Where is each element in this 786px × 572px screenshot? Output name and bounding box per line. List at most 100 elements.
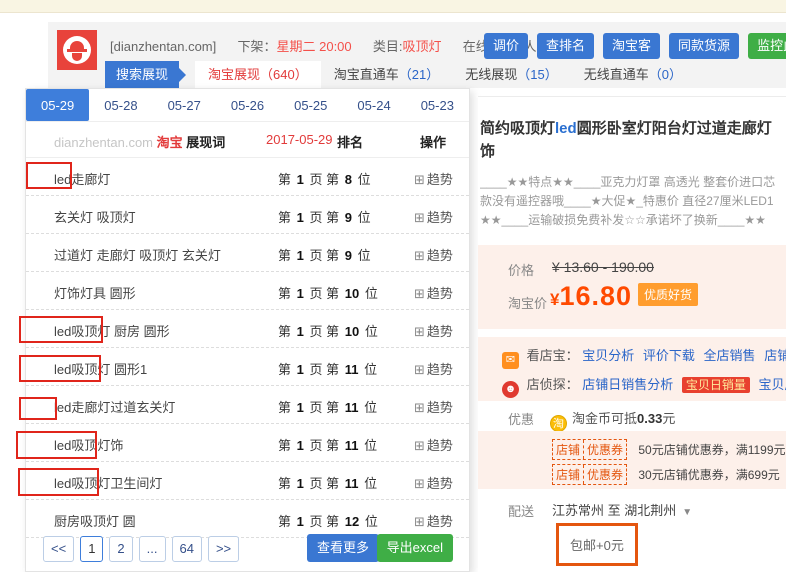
tab-search-display[interactable]: 搜索展现 [105, 61, 179, 88]
same-goods-button[interactable]: 同款货源 [669, 33, 739, 59]
tab-taobao-ztc[interactable]: 淘宝直通车（21） [321, 61, 452, 88]
trend-chart-icon: ⊞ [414, 514, 425, 529]
date-tab-05-26[interactable]: 05-26 [216, 89, 279, 121]
app-window: [dianzhentan.com] 下架：星期二 20:00 类目:吸顶灯 在线… [0, 0, 786, 572]
trend-link[interactable]: ⊞趋势 [414, 397, 453, 416]
tools-block: ✉ 看店宝： 宝贝分析 评价下载 全店销售 店铺分析 ☻ 店侦探： 店铺日销售分… [478, 337, 786, 401]
item-display-words-link[interactable]: 宝贝展现词 [759, 377, 786, 392]
trend-label: 趋势 [427, 514, 453, 529]
tab-count: （0） [649, 67, 682, 82]
view-more-button[interactable]: 查看更多 [307, 534, 379, 562]
trend-link[interactable]: ⊞趋势 [414, 245, 453, 264]
trend-link[interactable]: ⊞趋势 [414, 511, 453, 530]
tab-label: 无线直通车 [584, 67, 649, 82]
taobaoke-button[interactable]: 淘宝客 [603, 33, 660, 59]
trend-link[interactable]: ⊞趋势 [414, 169, 453, 188]
review-download-link[interactable]: 评价下载 [643, 348, 695, 363]
trend-label: 趋势 [427, 324, 453, 339]
page-2-button[interactable]: 2 [109, 536, 132, 562]
export-excel-button[interactable]: 导出excel [377, 534, 453, 562]
offshelf-value: 星期二 20:00 [277, 39, 352, 54]
rank-text: 第 1 页 第 11 位 [278, 473, 377, 492]
check-rank-button[interactable]: 查排名 [537, 33, 594, 59]
taojinbi-coin-icon: 淘 [550, 415, 567, 432]
tab-count: （21） [399, 67, 439, 82]
coupon-badge-right: 优惠券 [583, 465, 626, 484]
date-tab-05-29[interactable]: 05-29 [26, 89, 89, 121]
trend-chart-icon: ⊞ [414, 172, 425, 187]
trend-link[interactable]: ⊞趋势 [414, 473, 453, 492]
keyword-link[interactable]: 厨房吸顶灯 圆 [54, 511, 136, 530]
delivery-row: 配送 江苏常州 至 湖北荆州▼ [478, 499, 786, 523]
keyword-link[interactable]: 过道灯 走廊灯 吸顶灯 玄关灯 [54, 245, 221, 264]
trend-label: 趋势 [427, 172, 453, 187]
date-tab-05-24[interactable]: 05-24 [342, 89, 405, 121]
tab-wireless-display[interactable]: 无线展现（15） [452, 61, 570, 88]
tab-label: 无线展现 [465, 67, 517, 82]
product-panel: 简约吸顶灯led圆形卧室灯阳台灯过道走廊灯饰 ____★★特点★★____亚克力… [478, 96, 786, 572]
rank-text: 第 1 页 第 10 位 [278, 321, 378, 340]
tab-count: （640） [260, 67, 308, 82]
trend-link[interactable]: ⊞趋势 [414, 321, 453, 340]
trend-label: 趋势 [427, 210, 453, 225]
shop-coupon-badge[interactable]: 店铺优惠券 [552, 464, 627, 485]
shop-header: [dianzhentan.com] 下架：星期二 20:00 类目:吸顶灯 在线… [48, 22, 786, 88]
original-price: ¥ 13.60 - 190.00 [552, 259, 654, 275]
adjust-price-button[interactable]: 调价 [484, 33, 528, 59]
delivery-route-dropdown[interactable]: 江苏常州 至 湖北荆州 ▼ [552, 500, 692, 519]
page-64-button[interactable]: 64 [172, 536, 202, 562]
keyword-link[interactable]: led走廊灯过道玄关灯 [54, 397, 175, 416]
annotation-box [19, 316, 103, 343]
daily-sales-analysis-link[interactable]: 店铺日销售分析 [582, 377, 673, 392]
shop-sales-link[interactable]: 全店销售 [704, 348, 756, 363]
date-tab-05-27[interactable]: 05-27 [153, 89, 216, 121]
trend-link[interactable]: ⊞趋势 [414, 435, 453, 454]
discount-row: 优惠 淘淘金币可抵0.33元 [478, 406, 786, 430]
delivery-route: 江苏常州 至 湖北荆州 [552, 503, 676, 518]
tab-taobao-display[interactable]: 淘宝展现（640） [195, 61, 321, 88]
description-line: 款没有遥控器哦____★大促★_特惠价 直径27厘米LED1 [480, 192, 786, 211]
page-ellipsis: ... [139, 536, 166, 562]
trend-chart-icon: ⊞ [414, 362, 425, 377]
trend-link[interactable]: ⊞趋势 [414, 283, 453, 302]
free-shipping-box: 包邮+0元 [556, 523, 638, 566]
date-tab-05-28[interactable]: 05-28 [89, 89, 152, 121]
item-analysis-link[interactable]: 宝贝分析 [582, 348, 634, 363]
rank-text: 第 1 页 第 11 位 [278, 397, 377, 416]
dianzhentan-logo-icon[interactable] [57, 30, 97, 70]
dropdown-caret-icon: ▼ [682, 507, 692, 518]
tab-wireless-ztc[interactable]: 无线直通车（0） [571, 61, 695, 88]
keyword-link[interactable]: 玄关灯 吸顶灯 [54, 207, 136, 226]
table-header: dianzhentan.com 淘宝 展现词 2017-05-29 排名 操作 [26, 122, 469, 158]
page-1-button[interactable]: 1 [80, 536, 103, 562]
rank-text: 第 1 页 第 9 位 [278, 207, 371, 226]
shop-analysis-link[interactable]: 店铺分析 [764, 348, 786, 363]
date-tab-05-23[interactable]: 05-23 [406, 89, 469, 121]
date-tab-05-25[interactable]: 05-25 [279, 89, 342, 121]
offshelf-label: 下架： [237, 39, 276, 54]
table-title: dianzhentan.com 淘宝 展现词 [54, 132, 225, 151]
kandianbao-icon: ✉ [502, 352, 519, 369]
table-row: 灯饰灯具 圆形 第 1 页 第 10 位 ⊞趋势 [26, 272, 469, 310]
trend-label: 趋势 [427, 248, 453, 263]
shop-coupon-badge[interactable]: 店铺优惠券 [552, 439, 627, 460]
action-column-header: 操作 [420, 132, 446, 151]
page-next-button[interactable]: >> [208, 536, 239, 562]
annotation-box [16, 431, 97, 459]
category-value: 吸顶灯 [403, 39, 442, 54]
trend-link[interactable]: ⊞趋势 [414, 207, 453, 226]
monitor-shop-button[interactable]: 监控此店铺 [748, 33, 786, 59]
rank-text: 第 1 页 第 11 位 [278, 435, 377, 454]
product-title[interactable]: 简约吸顶灯led圆形卧室灯阳台灯过道走廊灯饰 [480, 117, 784, 163]
trend-link[interactable]: ⊞趋势 [414, 359, 453, 378]
page-prev-button[interactable]: << [43, 536, 74, 562]
item-daily-sales-badge[interactable]: 宝贝日销量 [682, 377, 750, 393]
keyword-link[interactable]: 灯饰灯具 圆形 [54, 283, 136, 302]
taobao-price-label: 淘宝价 [508, 293, 547, 312]
coin-text: 淘金币可抵 [572, 411, 637, 426]
trend-chart-icon: ⊞ [414, 324, 425, 339]
discount-label: 优惠 [508, 409, 534, 428]
coupon-badge-left: 店铺 [553, 440, 583, 459]
rank-text: 第 1 页 第 8 位 [278, 169, 371, 188]
table-row: led走廊灯 第 1 页 第 8 位 ⊞趋势 [26, 158, 469, 196]
